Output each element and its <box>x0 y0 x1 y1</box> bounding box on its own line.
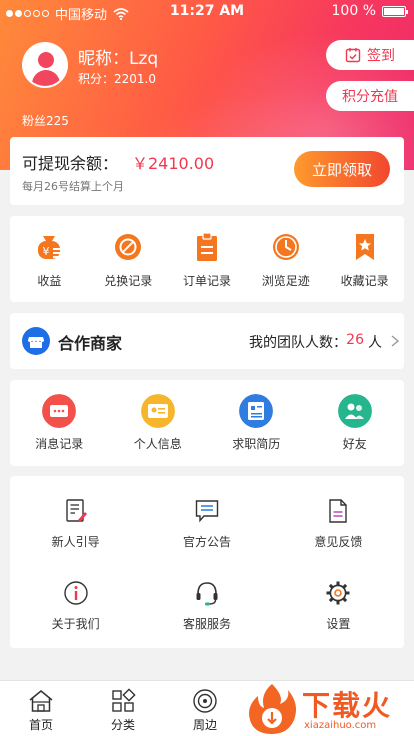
service-settings[interactable]: 设置 <box>273 558 404 640</box>
quick-item-favorites[interactable]: 收藏记录 <box>325 216 404 302</box>
service-grid-row: 关于我们 客服服务 设置 <box>10 558 404 640</box>
id-card-icon <box>140 394 175 428</box>
tab-label: 分类 <box>110 718 135 732</box>
watermark-title: 下载火 <box>302 689 393 722</box>
service-label: 官方公告 <box>182 535 231 549</box>
partner-merchants-row[interactable]: 合作商家 我的团队人数： 26 人 <box>10 313 404 369</box>
quick-item-label: 收益 <box>37 274 62 288</box>
balance-card: 可提现余额： ￥2410.00 每月26号结算上个月 立即领取 <box>10 137 404 205</box>
location-icon <box>193 689 217 713</box>
battery-percent: 100 % <box>331 3 376 19</box>
nickname: 昵称：Lzq <box>78 49 159 69</box>
service-label: 设置 <box>326 617 351 631</box>
message-icon <box>42 394 77 428</box>
tab-nearby[interactable]: 周边 <box>164 681 246 736</box>
quick-item-label: 订单记录 <box>182 274 231 288</box>
store-icon <box>22 327 50 355</box>
gear-icon <box>326 581 350 605</box>
chevron-right-icon <box>391 335 400 347</box>
category-icon <box>112 688 136 712</box>
shortcut-messages[interactable]: 消息记录 <box>10 380 109 466</box>
clock-icon <box>272 234 299 260</box>
quick-item-exchange-records[interactable]: 兑换记录 <box>89 216 168 302</box>
exchange-icon <box>115 234 142 260</box>
service-customer-service[interactable]: 客服服务 <box>141 558 272 640</box>
feedback-icon <box>329 499 348 523</box>
shortcut-personal-info[interactable]: 个人信息 <box>109 380 208 466</box>
team-size-count: 26 <box>346 332 364 348</box>
service-grid-card: 新人引导 官方公告 意见反馈 关于我们 客服服务 设置 <box>10 476 404 648</box>
team-size-label: 我的团队人数： <box>249 335 347 351</box>
service-grid-row: 新人引导 官方公告 意见反馈 <box>10 476 404 558</box>
points-value: 积分：2201.0 <box>78 72 156 86</box>
watermark-subtitle: xiazaihuo.com <box>304 720 377 731</box>
shortcut-label: 消息记录 <box>35 437 84 451</box>
shortcut-label: 个人信息 <box>133 437 182 451</box>
balance-label: 可提现余额： <box>22 154 119 173</box>
balance-amount: ￥2410.00 <box>132 154 215 173</box>
bookmark-star-icon <box>355 234 374 260</box>
clipboard-icon <box>196 232 217 261</box>
records-card: ¥ 收益 兑换记录 订单记录 浏览足迹 收藏记录 <box>10 216 404 302</box>
friends-icon <box>337 394 372 428</box>
fans-count: 粉丝225 <box>22 114 69 128</box>
shortcut-resume[interactable]: 求职简历 <box>207 380 306 466</box>
tab-label: 周边 <box>192 718 217 732</box>
signin-label: 签到 <box>367 48 395 64</box>
service-label: 意见反馈 <box>314 535 363 549</box>
shortcut-label: 好友 <box>342 437 367 451</box>
settlement-note: 每月26号结算上个月 <box>22 180 124 193</box>
tab-home[interactable]: 首页 <box>0 681 82 736</box>
points-recharge-button[interactable]: 积分充值 <box>326 81 414 111</box>
headset-icon <box>196 582 218 606</box>
avatar[interactable] <box>22 42 68 88</box>
service-label: 关于我们 <box>51 617 100 631</box>
guide-icon <box>65 499 87 522</box>
shortcut-friends[interactable]: 好友 <box>306 380 405 466</box>
quick-item-browse-history[interactable]: 浏览足迹 <box>246 216 325 302</box>
claim-now-button[interactable]: 立即领取 <box>294 151 390 187</box>
quick-item-label: 收藏记录 <box>340 274 389 288</box>
status-bar: 中国移动 11:27 AM 100 % <box>0 0 414 24</box>
service-newbie-guide[interactable]: 新人引导 <box>10 476 141 558</box>
watermark-logo: 下载火 xiazaihuo.com <box>244 682 412 736</box>
tab-category[interactable]: 分类 <box>82 681 164 736</box>
wallet-icon: ¥ <box>38 236 64 259</box>
quick-item-earnings[interactable]: ¥ 收益 <box>10 216 89 302</box>
service-feedback[interactable]: 意见反馈 <box>273 476 404 558</box>
team-size-unit: 人 <box>368 335 382 351</box>
account-shortcuts-card: 消息记录 个人信息 求职简历 好友 <box>10 380 404 466</box>
service-announcements[interactable]: 官方公告 <box>141 476 272 558</box>
battery-icon <box>382 5 408 17</box>
signin-button[interactable]: 签到 <box>326 40 414 70</box>
service-about-us[interactable]: 关于我们 <box>10 558 141 640</box>
calendar-check-icon <box>345 48 361 63</box>
battery-group: 100 % <box>331 3 408 19</box>
resume-icon <box>239 394 274 428</box>
quick-item-label: 兑换记录 <box>104 274 153 288</box>
svg-text:¥: ¥ <box>43 245 50 258</box>
info-icon <box>63 581 88 605</box>
announcement-icon <box>195 500 219 523</box>
recharge-label: 积分充值 <box>342 89 398 105</box>
partner-title: 合作商家 <box>58 334 123 353</box>
fire-logo-icon <box>249 684 296 734</box>
home-icon <box>29 690 53 712</box>
quick-item-order-records[interactable]: 订单记录 <box>168 216 247 302</box>
service-label: 客服服务 <box>182 617 231 631</box>
service-label: 新人引导 <box>51 535 100 549</box>
shortcut-label: 求职简历 <box>232 437 281 451</box>
tab-label: 首页 <box>28 718 53 732</box>
quick-item-label: 浏览足迹 <box>261 274 310 288</box>
